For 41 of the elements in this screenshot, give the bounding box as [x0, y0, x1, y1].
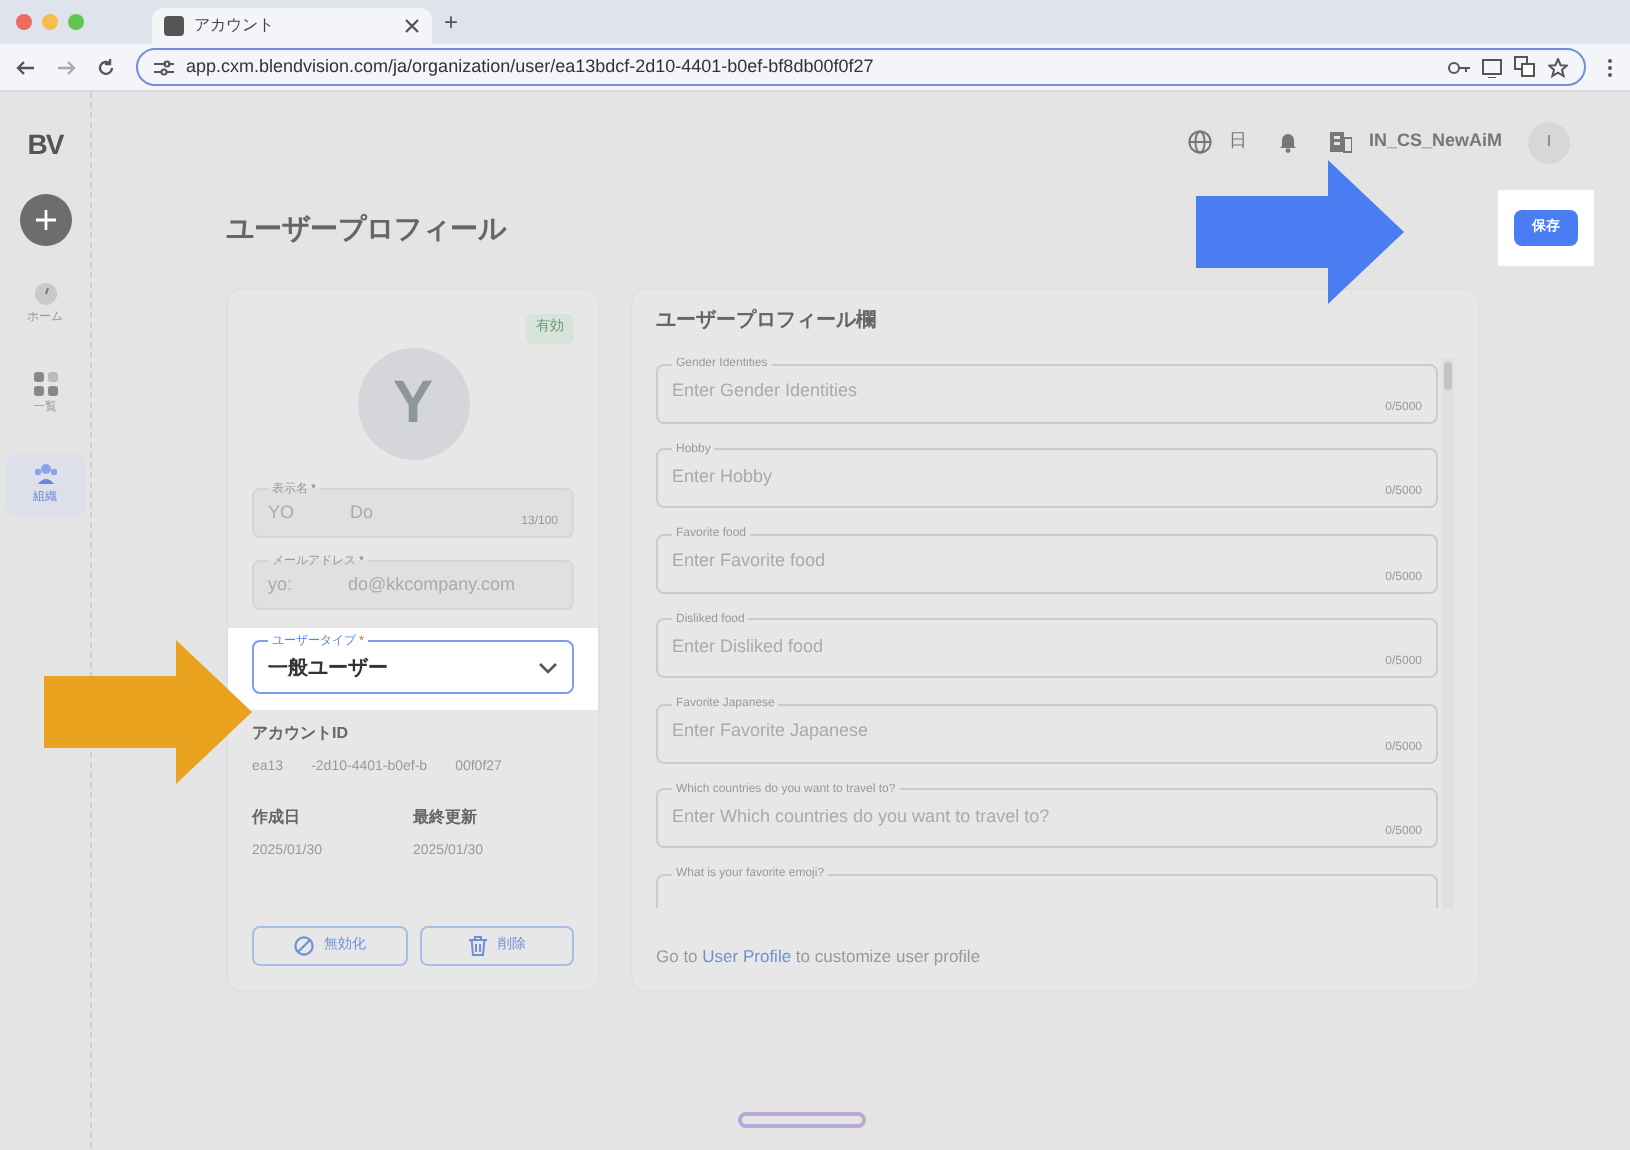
language-label[interactable]: 日 — [1228, 128, 1247, 156]
key-icon[interactable] — [1448, 57, 1470, 77]
url-text: app.cxm.blendvision.com/ja/organization/user/ea13bdcf-2d10-4401-b0ef-bf8db00f0f27 — [186, 53, 876, 80]
footer-text: Go to User Profile to customize user profile — [656, 944, 983, 970]
app-logo: BV — [27, 126, 63, 164]
address-bar[interactable]: app.cxm.blendvision.com/ja/organization/user/ea13bdcf-2d10-4401-b0ef-bf8db00f0f27 — [136, 48, 1586, 86]
chevron-down-icon — [538, 662, 558, 674]
back-icon[interactable] — [16, 57, 36, 77]
screen-icon[interactable] — [1482, 57, 1502, 77]
tab-favicon-icon — [164, 16, 184, 36]
globe-icon[interactable] — [1188, 130, 1213, 154]
organization-name[interactable]: IN_CS_NewAiM — [1368, 128, 1502, 156]
page-title: ユーザープロフィール — [226, 211, 506, 245]
trash-icon — [467, 935, 488, 956]
star-icon[interactable] — [1548, 57, 1568, 77]
site-settings-icon[interactable] — [154, 57, 174, 77]
new-tab-button[interactable]: + — [444, 4, 459, 40]
gauge-icon — [33, 282, 57, 306]
bell-icon[interactable] — [1278, 130, 1299, 154]
building-icon[interactable] — [1330, 130, 1353, 154]
translate-icon[interactable] — [1514, 56, 1536, 78]
reload-icon[interactable] — [96, 57, 116, 77]
date-label: 作成日 — [252, 806, 302, 830]
account-id-label: アカウントID — [252, 721, 350, 745]
browser-tab[interactable]: アカウント — [152, 8, 432, 44]
user-profile-link[interactable]: User Profile — [702, 946, 792, 967]
card-title: ユーザープロフィール欄 — [656, 310, 878, 334]
close-icon[interactable] — [404, 18, 420, 34]
add-button[interactable] — [19, 194, 71, 246]
more-menu-icon[interactable] — [1606, 57, 1614, 77]
grid-icon — [33, 372, 57, 396]
home-indicator — [738, 1112, 866, 1128]
user-avatar[interactable]: I — [1528, 121, 1570, 163]
plus-icon — [35, 210, 55, 230]
people-icon — [33, 462, 57, 486]
scrollbar[interactable] — [1442, 358, 1454, 909]
date-label: 最終更新 — [413, 806, 479, 830]
tab-title: アカウント — [194, 14, 276, 38]
select-value: 一般ユーザー — [268, 655, 388, 683]
avatar-circle: Y — [357, 347, 469, 459]
ban-icon — [293, 935, 314, 956]
